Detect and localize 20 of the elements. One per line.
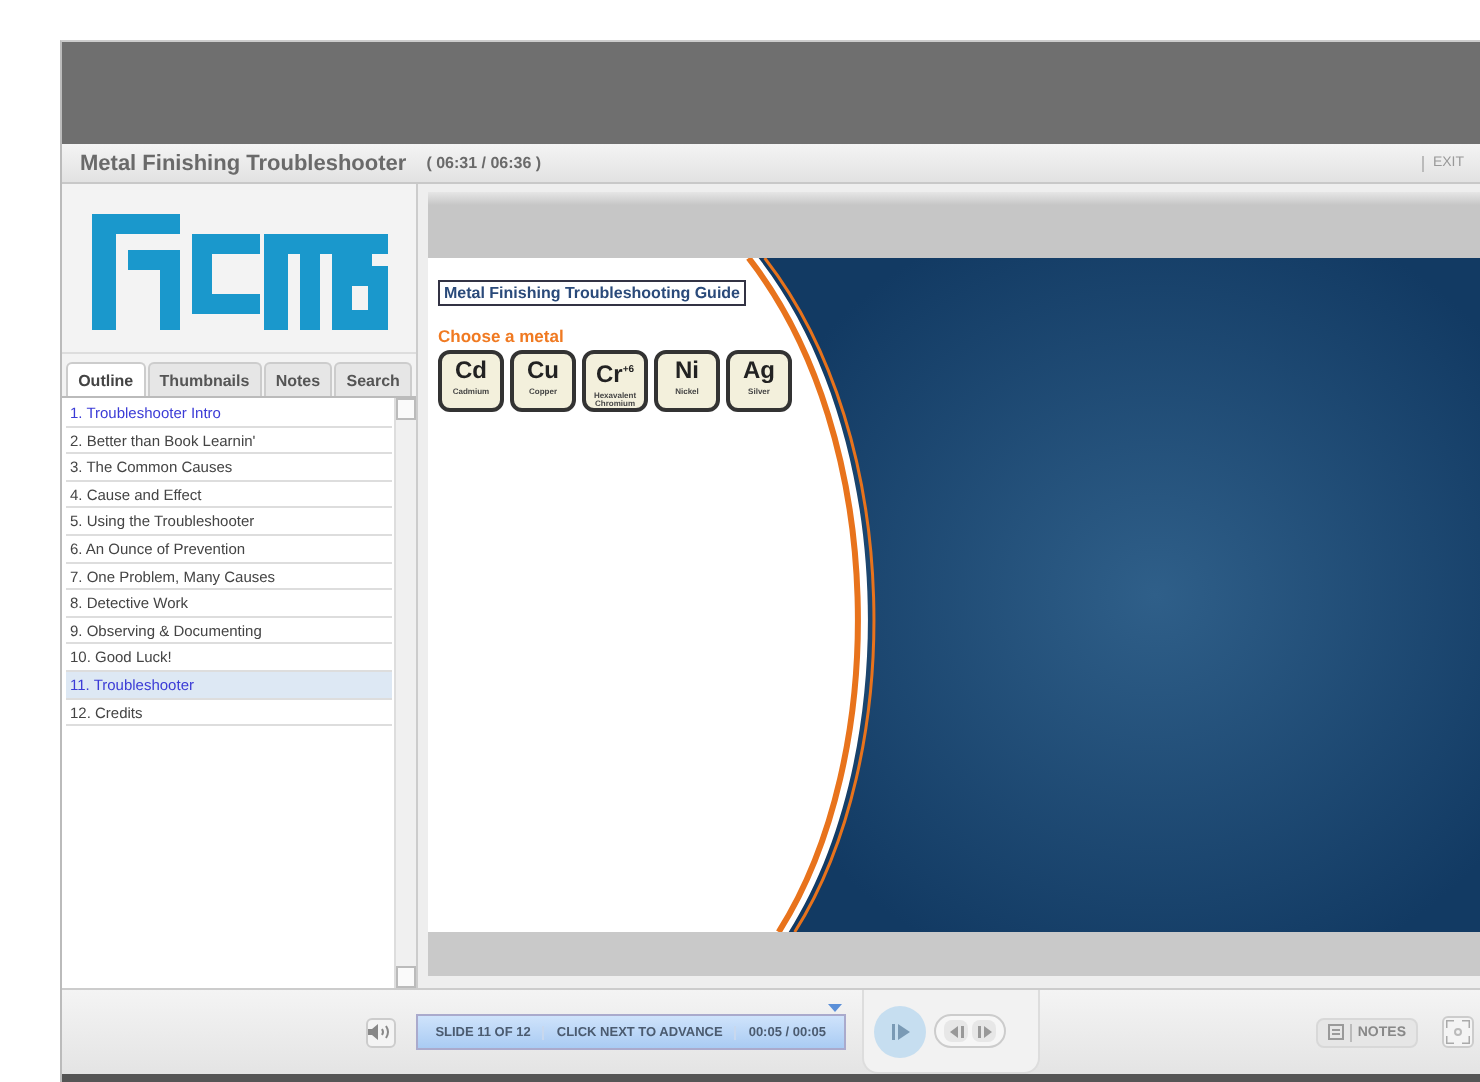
slide-prompt: Choose a metal	[438, 326, 564, 346]
volume-button[interactable]	[365, 1017, 396, 1047]
fullscreen-button[interactable]	[1442, 1016, 1474, 1048]
tab[interactable]: Notes	[263, 362, 333, 396]
fullscreen-icon	[1446, 1020, 1470, 1044]
elapsed-time: ( 06:31 / 06:36 )	[426, 154, 542, 172]
next-button[interactable]	[972, 1020, 996, 1042]
speaker-icon	[368, 1024, 393, 1040]
play-icon	[891, 1023, 909, 1039]
scrollbar[interactable]	[394, 398, 416, 988]
tab[interactable]: Search	[334, 362, 412, 396]
previous-icon	[949, 1025, 963, 1037]
tab[interactable]: Thumbnails	[147, 362, 262, 396]
tab[interactable]: Outline	[66, 362, 146, 396]
window-title: Metal Finishing Troubleshooter	[80, 151, 407, 175]
notes-icon	[1327, 1024, 1344, 1040]
slide-title: Metal Finishing Troubleshooting Guide	[438, 280, 746, 306]
next-icon	[977, 1025, 991, 1037]
previous-button[interactable]	[944, 1020, 968, 1042]
play-button[interactable]	[874, 1005, 926, 1057]
